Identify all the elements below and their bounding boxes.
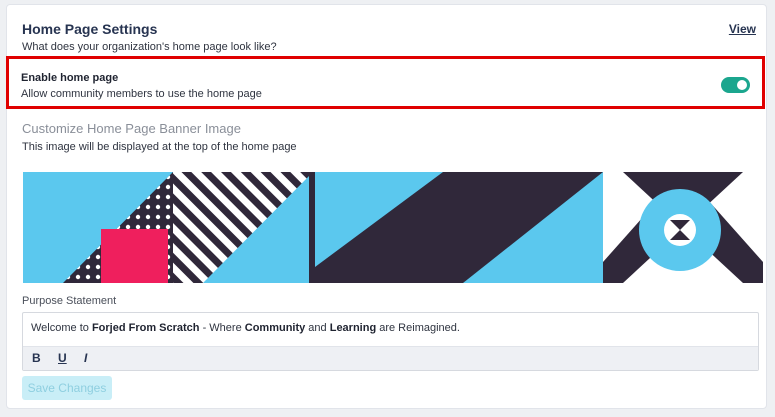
editor-toolbar: B U I [23,346,758,370]
bold-button[interactable]: B [32,351,41,365]
save-changes-button[interactable]: Save Changes [22,376,112,400]
purpose-segment: Welcome to [31,322,92,334]
banner-image[interactable] [23,172,763,283]
enable-home-page-toggle[interactable] [721,77,750,93]
enable-home-page-description: Allow community members to use the home … [21,88,262,100]
enable-home-page-row: Enable home page Allow community members… [6,56,765,109]
purpose-statement-label: Purpose Statement [22,295,117,307]
purpose-statement-editor[interactable]: Welcome to Forjed From Scratch - Where C… [22,312,759,371]
toggle-knob [737,80,747,90]
banner-title: Customize Home Page Banner Image [22,121,241,136]
purpose-segment: Learning [329,322,377,334]
purpose-segment: and [305,322,330,334]
enable-home-page-title: Enable home page [21,72,119,84]
purpose-segment: are Reimagined. [376,322,460,334]
banner-description: This image will be displayed at the top … [22,141,297,153]
underline-button[interactable]: U [58,351,67,365]
purpose-segment: Forjed From Scratch [91,322,200,334]
section-title: Home Page Settings [22,21,158,37]
purpose-segment: - Where [199,322,245,334]
purpose-statement-text[interactable]: Welcome to Forjed From Scratch - Where C… [31,322,460,334]
view-link[interactable]: View [729,22,756,36]
section-subtitle: What does your organization's home page … [22,41,277,53]
italic-button[interactable]: I [84,351,87,365]
purpose-segment: Community [244,322,306,334]
